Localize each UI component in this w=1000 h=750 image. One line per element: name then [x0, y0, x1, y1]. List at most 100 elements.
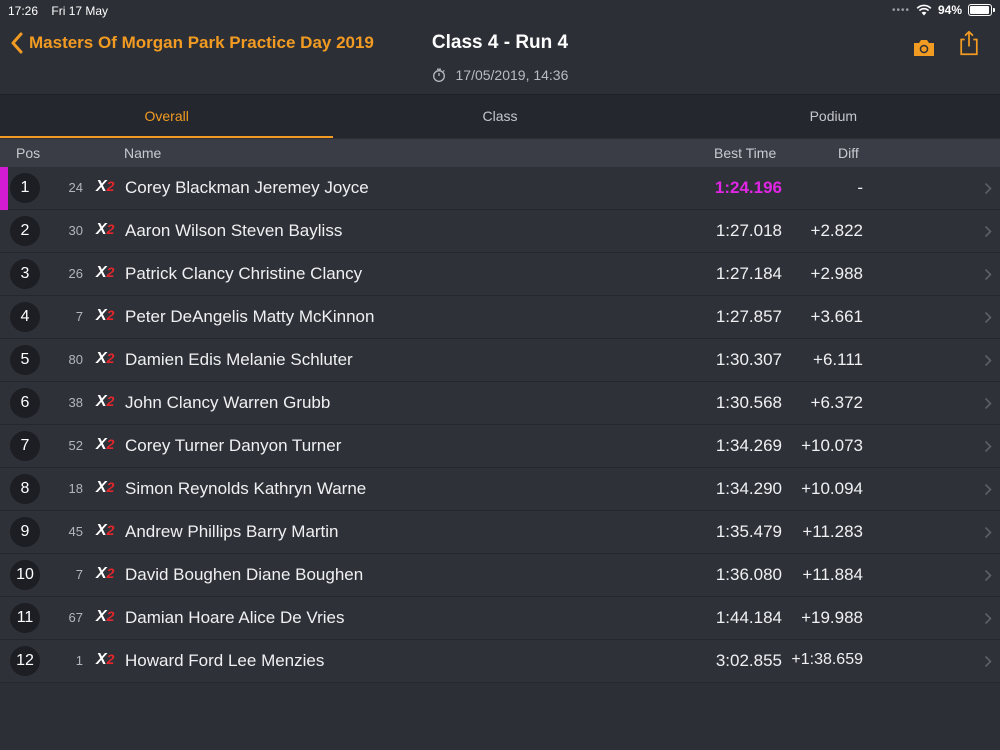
chevron-right-icon: [984, 354, 992, 367]
class-badge: X2: [96, 178, 114, 196]
driver-names: John Clancy Warren Grubb: [125, 393, 331, 412]
car-number: 18: [68, 481, 83, 496]
chevron-right-icon: [984, 182, 992, 195]
time-diff: +2.822: [810, 221, 863, 240]
driver-names: Howard Ford Lee Menzies: [125, 651, 325, 670]
table-row[interactable]: 12 1 X2 Howard Ford Lee Menzies 3:02.855…: [0, 640, 1000, 683]
class-badge: X2: [96, 264, 114, 282]
table-row[interactable]: 1 24 X2 Corey Blackman Jeremey Joyce 1:2…: [0, 167, 1000, 210]
best-time: 1:30.307: [715, 350, 782, 369]
position-badge: 12: [10, 646, 40, 676]
class-badge-2: 2: [106, 436, 115, 452]
class-badge-x: X: [96, 608, 107, 625]
best-time: 1:27.184: [715, 264, 782, 283]
position-badge: 7: [10, 431, 40, 461]
time-diff: +3.661: [810, 307, 863, 326]
run-timestamp: 17/05/2019, 14:36: [455, 67, 569, 83]
class-badge-x: X: [96, 307, 107, 324]
position-badge: 9: [10, 517, 40, 547]
chevron-right-icon: [984, 655, 992, 668]
driver-names: Damian Hoare Alice De Vries: [125, 608, 345, 627]
driver-names: Simon Reynolds Kathryn Warne: [125, 479, 367, 498]
class-badge: X2: [96, 221, 114, 239]
time-diff: +6.372: [810, 393, 863, 412]
time-diff: +11.283: [802, 522, 863, 541]
time-diff: +19.988: [801, 608, 863, 627]
best-time: 1:24.196: [714, 178, 782, 197]
tab-overall[interactable]: Overall: [0, 95, 334, 138]
chevron-right-icon: [984, 526, 992, 539]
time-diff: +10.073: [801, 436, 863, 455]
status-date: Fri 17 May: [51, 4, 109, 18]
table-row[interactable]: 5 80 X2 Damien Edis Melanie Schluter 1:3…: [0, 339, 1000, 382]
class-badge-x: X: [96, 651, 107, 668]
time-diff: +2.988: [810, 264, 863, 283]
status-time: 17:26: [8, 4, 39, 18]
share-icon[interactable]: [956, 30, 982, 56]
table-row[interactable]: 8 18 X2 Simon Reynolds Kathryn Warne 1:3…: [0, 468, 1000, 511]
table-row[interactable]: 3 26 X2 Patrick Clancy Christine Clancy …: [0, 253, 1000, 296]
page-subtitle: 17/05/2019, 14:36: [0, 67, 1000, 83]
table-row[interactable]: 11 67 X2 Damian Hoare Alice De Vries 1:4…: [0, 597, 1000, 640]
car-number: 26: [68, 266, 83, 281]
status-right: •••• 94%: [891, 3, 995, 17]
car-number: 38: [68, 395, 83, 410]
class-badge: X2: [96, 350, 114, 368]
table-row[interactable]: 6 38 X2 John Clancy Warren Grubb 1:30.56…: [0, 382, 1000, 425]
stopwatch-icon: [432, 68, 445, 82]
leader-marker: [0, 167, 8, 210]
chevron-right-icon: [984, 268, 992, 281]
driver-names: Patrick Clancy Christine Clancy: [125, 264, 363, 283]
driver-names: Aaron Wilson Steven Bayliss: [125, 221, 343, 240]
class-badge: X2: [96, 608, 114, 626]
table-row[interactable]: 10 7 X2 David Boughen Diane Boughen 1:36…: [0, 554, 1000, 597]
header-name: Name: [124, 145, 162, 161]
class-badge-2: 2: [106, 178, 115, 194]
car-number: 30: [68, 223, 83, 238]
driver-names: Peter DeAngelis Matty McKinnon: [125, 307, 375, 326]
class-badge-2: 2: [106, 479, 115, 495]
class-badge-2: 2: [106, 307, 115, 323]
class-badge: X2: [96, 479, 114, 497]
signal-icon: ••••: [891, 4, 910, 16]
time-diff: +11.884: [802, 565, 863, 584]
position-badge: 10: [10, 560, 40, 590]
class-badge-x: X: [96, 436, 107, 453]
position-badge: 11: [10, 603, 40, 633]
tab-podium[interactable]: Podium: [667, 95, 1000, 138]
battery-icon: [968, 4, 995, 16]
time-diff: +10.094: [801, 479, 863, 498]
class-badge-2: 2: [106, 393, 115, 409]
position-badge: 4: [10, 302, 40, 332]
class-badge-2: 2: [106, 522, 115, 538]
class-badge-x: X: [96, 565, 107, 582]
nav-bar: Masters Of Morgan Park Practice Day 2019…: [0, 22, 1000, 92]
car-number: 24: [68, 180, 83, 195]
chevron-right-icon: [984, 397, 992, 410]
car-number: 45: [68, 524, 83, 539]
class-badge-2: 2: [106, 264, 115, 280]
class-badge: X2: [96, 436, 114, 454]
best-time: 3:02.855: [715, 651, 782, 670]
class-badge-x: X: [96, 221, 107, 238]
best-time: 1:30.568: [715, 393, 782, 412]
header-diff: Diff: [838, 145, 859, 161]
driver-names: Corey Blackman Jeremey Joyce: [125, 178, 369, 197]
column-headers: Pos Name Best Time Diff: [0, 139, 1000, 167]
wifi-icon: [916, 4, 932, 16]
table-row[interactable]: 4 7 X2 Peter DeAngelis Matty McKinnon 1:…: [0, 296, 1000, 339]
class-badge-2: 2: [106, 651, 115, 667]
tab-class[interactable]: Class: [333, 95, 666, 138]
position-badge: 8: [10, 474, 40, 504]
class-badge-2: 2: [106, 565, 115, 581]
position-badge: 3: [10, 259, 40, 289]
best-time: 1:34.290: [715, 479, 782, 498]
table-row[interactable]: 2 30 X2 Aaron Wilson Steven Bayliss 1:27…: [0, 210, 1000, 253]
class-badge-x: X: [96, 393, 107, 410]
class-badge-x: X: [96, 350, 107, 367]
table-row[interactable]: 7 52 X2 Corey Turner Danyon Turner 1:34.…: [0, 425, 1000, 468]
class-badge-x: X: [96, 479, 107, 496]
camera-icon[interactable]: [911, 35, 937, 61]
time-diff: +1:38.659: [791, 651, 863, 668]
table-row[interactable]: 9 45 X2 Andrew Phillips Barry Martin 1:3…: [0, 511, 1000, 554]
